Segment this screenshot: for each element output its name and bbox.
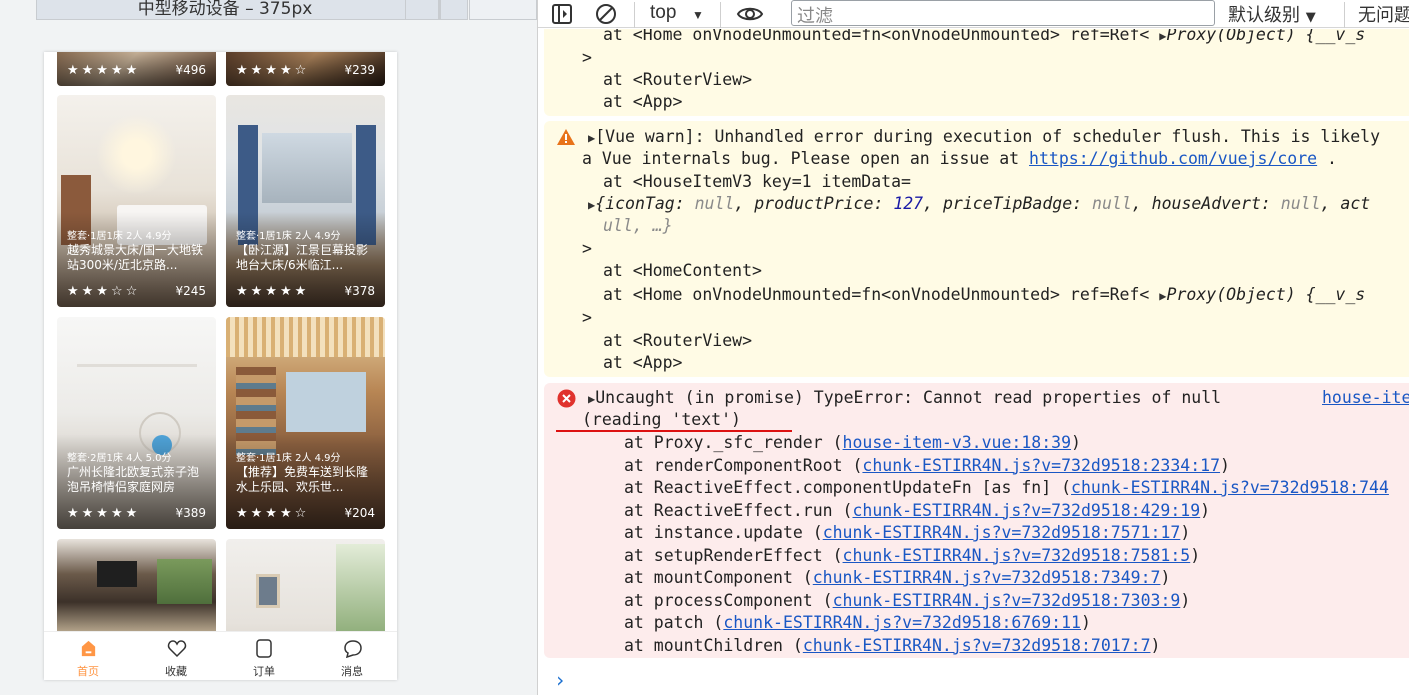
warning-icon — [557, 129, 575, 145]
emulator-size-bar-segment[interactable] — [440, 0, 468, 20]
console-warning-tail: at <Home onVnodeUnmounted=fn<onVnodeUnmo… — [544, 29, 1409, 116]
clear-console-icon[interactable] — [594, 2, 618, 26]
house-price: ¥389 — [175, 506, 206, 520]
stack-frame: at patch (chunk-ESTIRR4N.js?v=732d9518:6… — [624, 613, 1091, 632]
rating-stars: ★★★★★ — [236, 283, 310, 298]
annotation-underline — [556, 430, 792, 432]
house-title: 【卧江源】江景巨幕投影地台大床/6米临江... — [236, 243, 369, 272]
emulator-toolbar: 中型移动设备 – 375px — [0, 0, 537, 20]
house-price: ¥204 — [344, 506, 375, 520]
house-title: 越秀城景大床/国一大地铁站300米/近北京路... — [67, 243, 204, 272]
bottom-tab-bar: 首页 收藏 订单 消息 — [44, 631, 397, 680]
stack-frame: at renderComponentRoot (chunk-ESTIRR4N.j… — [624, 455, 1230, 475]
stack-frame: at ReactiveEffect.run (chunk-ESTIRR4N.js… — [624, 500, 1211, 520]
devtools-console: top ▼ 过滤 默认级别 ▼ 无问题 at <Home onVnodeUnmo… — [537, 0, 1409, 695]
house-card[interactable]: ★★★★★ ¥496 — [57, 52, 216, 86]
stack-frame-link[interactable]: chunk-ESTIRR4N.js?v=732d9518:7581:5 — [843, 546, 1191, 565]
stack-frame: at mountComponent (chunk-ESTIRR4N.js?v=7… — [624, 568, 1171, 587]
rating-stars: ★★★★☆ — [236, 62, 310, 77]
rating-stars: ★★★★☆ — [236, 505, 310, 520]
stack-frame-link[interactable]: chunk-ESTIRR4N.js?v=732d9518:7017:7 — [803, 636, 1151, 655]
tab-label: 订单 — [253, 665, 275, 678]
tab-label: 消息 — [341, 665, 363, 678]
stack-frame-link[interactable]: chunk-ESTIRR4N.js?v=732d9518:7571:17 — [823, 523, 1181, 542]
stack-line: at <App> — [603, 92, 683, 111]
error-icon — [557, 389, 576, 408]
item-data-object[interactable]: ▶{iconTag: null, productPrice: 127, pric… — [588, 193, 1370, 216]
emulator-title: 中型移动设备 – 375px — [137, 0, 313, 19]
chevron-down-icon: ▼ — [1305, 10, 1316, 25]
stack-line: at <App> — [603, 353, 683, 372]
console-toolbar: top ▼ 过滤 默认级别 ▼ 无问题 — [538, 0, 1409, 28]
house-meta: 整套·1居1床 2人 4.9分 — [236, 453, 341, 464]
tab-label: 收藏 — [165, 665, 187, 678]
house-price: ¥245 — [175, 284, 206, 298]
stack-frame: at ReactiveEffect.componentUpdateFn [as … — [624, 478, 1389, 497]
context-selector[interactable]: top — [650, 2, 676, 24]
stack-line: at <Home onVnodeUnmounted=fn<onVnodeUnmo… — [603, 285, 1366, 304]
house-price: ¥239 — [344, 63, 375, 77]
stack-frame-link[interactable]: chunk-ESTIRR4N.js?v=732d9518:744 — [1071, 478, 1389, 497]
stack-line: at <RouterView> — [603, 331, 753, 350]
house-card[interactable]: 整套·1居1床 2人 4.9分 【推荐】免费车送到长隆水上乐园、欢乐世... ★… — [226, 317, 385, 529]
home-icon — [81, 640, 96, 657]
log-level-selector[interactable]: 默认级别 ▼ — [1228, 1, 1316, 27]
order-icon — [256, 639, 272, 658]
house-card[interactable]: ★★★★☆ ¥239 — [226, 52, 385, 86]
tab-label: 首页 — [77, 665, 99, 678]
stack-line: at <RouterView> — [603, 70, 753, 89]
stack-frame-link[interactable]: chunk-ESTIRR4N.js?v=732d9518:6769:11 — [723, 613, 1081, 632]
stack-frame-link[interactable]: house-item-v3.vue:18:39 — [843, 433, 1071, 452]
error-message[interactable]: ▶Uncaught (in promise) TypeError: Cannot… — [588, 387, 1221, 410]
house-title: 广州长隆北欧复式亲子泡泡吊椅情侣家庭网房 — [67, 465, 200, 494]
rating-stars: ★★★★★ — [67, 505, 141, 520]
stack-line: at <Home onVnodeUnmounted=fn<onVnodeUnmo… — [603, 29, 1366, 44]
rating-stars: ★★★☆☆ — [67, 283, 141, 298]
console-error: ▶Uncaught (in promise) TypeError: Cannot… — [544, 383, 1409, 658]
house-price: ¥496 — [175, 63, 206, 77]
stack-frame-link[interactable]: chunk-ESTIRR4N.js?v=732d9518:7349:7 — [813, 568, 1161, 587]
house-card[interactable]: 整套·1居1床 2人 4.9分 越秀城景大床/国一大地铁站300米/近北京路..… — [57, 95, 216, 307]
stack-frame: at processComponent (chunk-ESTIRR4N.js?v… — [624, 590, 1191, 610]
error-source-link[interactable]: house-ite — [1322, 387, 1409, 409]
eye-icon[interactable] — [736, 2, 764, 26]
stack-line: at <HomeContent> — [603, 261, 762, 280]
emulator-size-bar-segment[interactable] — [469, 0, 537, 20]
message-icon — [344, 640, 362, 658]
stack-line: at <HouseItemV3 key=1 itemData= — [603, 172, 911, 191]
house-card[interactable]: 整套·2居1床 4人 5.0分 广州长隆北欧复式亲子泡泡吊椅情侣家庭网房 ★★★… — [57, 317, 216, 529]
chevron-down-icon[interactable]: ▼ — [692, 8, 704, 22]
house-meta: 整套·1居1床 2人 4.9分 — [236, 231, 341, 242]
heart-icon — [167, 640, 187, 658]
stack-frame-link[interactable]: chunk-ESTIRR4N.js?v=732d9518:7303:9 — [833, 591, 1181, 610]
tab-messages[interactable]: 消息 — [308, 632, 396, 680]
stack-frame: at Proxy._sfc_render (house-item-v3.vue:… — [624, 433, 1081, 452]
warning-message[interactable]: ▶[Vue warn]: Unhandled error during exec… — [588, 126, 1380, 149]
filter-input[interactable]: 过滤 — [791, 0, 1215, 27]
house-meta: 整套·2居1床 4人 5.0分 — [67, 453, 172, 464]
console-warning: ▶[Vue warn]: Unhandled error during exec… — [544, 121, 1409, 377]
phone-viewport[interactable]: ★★★★★ ¥496 ★★★★☆ ¥239 整套·1居1床 2人 4.9分 越秀… — [44, 52, 397, 680]
house-card[interactable]: 整套·1居1床 2人 4.9分 【卧江源】江景巨幕投影地台大床/6米临江... … — [226, 95, 385, 307]
issues-button[interactable]: 无问题 — [1358, 1, 1409, 27]
stack-frame: at setupRenderEffect (chunk-ESTIRR4N.js?… — [624, 545, 1201, 565]
console-prompt[interactable]: › — [554, 668, 566, 692]
stack-frame: at instance.update (chunk-ESTIRR4N.js?v=… — [624, 523, 1191, 542]
house-meta: 整套·1居1床 2人 4.9分 — [67, 231, 172, 242]
stack-frame-link[interactable]: chunk-ESTIRR4N.js?v=732d9518:2334:17 — [862, 456, 1220, 475]
rating-stars: ★★★★★ — [67, 62, 141, 77]
tab-orders[interactable]: 订单 — [220, 632, 308, 680]
stack-frame: at mountChildren (chunk-ESTIRR4N.js?v=73… — [624, 635, 1161, 655]
device-emulator: 中型移动设备 – 375px ★★★★★ ¥496 ★★★★☆ ¥239 整套·… — [0, 0, 537, 695]
sidebar-toggle-icon[interactable] — [550, 2, 574, 26]
stack-frame-link[interactable]: chunk-ESTIRR4N.js?v=732d9518:429:19 — [852, 501, 1200, 520]
tab-home[interactable]: 首页 — [44, 632, 132, 680]
issue-link[interactable]: https://github.com/vuejs/core — [1029, 149, 1317, 168]
tab-favorites[interactable]: 收藏 — [132, 632, 220, 680]
house-title: 【推荐】免费车送到长隆水上乐园、欢乐世... — [236, 465, 369, 494]
emulator-size-bar-segment[interactable] — [405, 0, 439, 20]
house-price: ¥378 — [344, 284, 375, 298]
